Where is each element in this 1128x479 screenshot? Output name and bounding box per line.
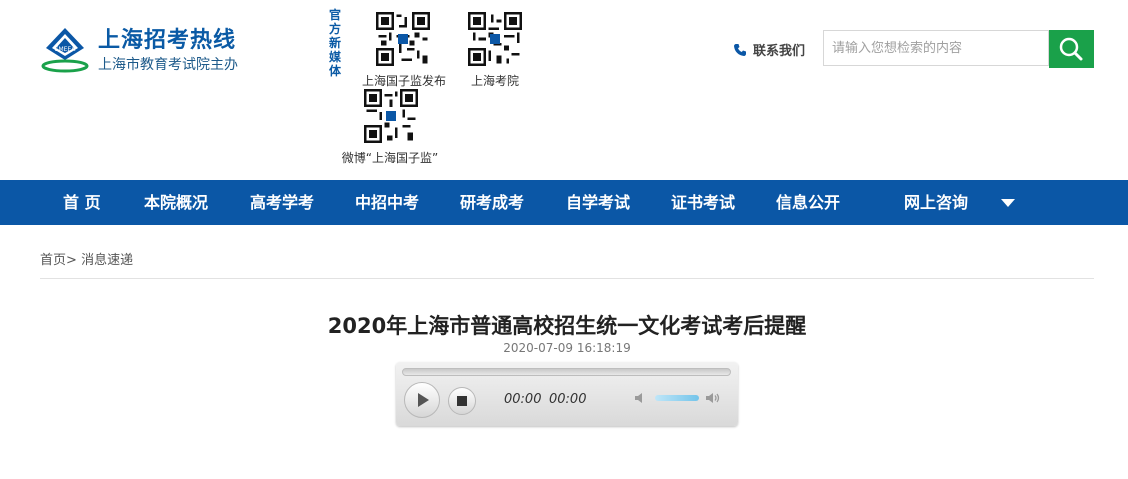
nav-item-disclosure[interactable]: 信息公开 [776, 180, 840, 225]
main-nav: 首 页 本院概况 高考学考 中招中考 研考成考 自学考试 证书考试 信息公开 网… [0, 180, 1128, 225]
qr-code-icon [364, 89, 418, 143]
article-date: 2020-07-09 16:18:19 [503, 341, 631, 355]
search-button[interactable] [1049, 30, 1094, 68]
volume-slider[interactable] [655, 395, 699, 401]
search-icon [1059, 37, 1083, 61]
current-time: 00:00 [504, 392, 542, 407]
breadcrumb-current[interactable]: 消息速递 [81, 253, 133, 268]
mute-icon[interactable] [634, 390, 650, 406]
nav-item-certificate[interactable]: 证书考试 [671, 180, 735, 225]
nav-item-about[interactable]: 本院概况 [144, 180, 208, 225]
audio-player: 00:00 00:00 [396, 362, 738, 426]
duration: 00:00 [549, 392, 587, 407]
nav-item-gaokao[interactable]: 高考学考 [250, 180, 314, 225]
breadcrumb-separator: > [66, 253, 77, 268]
qr-caption: 上海考院 [470, 74, 519, 88]
qr-caption: 上海国子监发布 [361, 74, 446, 88]
qr-code-icon [376, 12, 430, 66]
contact-us-label: 联系我们 [753, 44, 806, 59]
nav-item-consult[interactable]: 网上咨询 [904, 180, 968, 225]
contact-us-link[interactable]: 联系我们 [733, 40, 805, 59]
breadcrumb: 首页> 消息速递 [40, 249, 133, 268]
play-button[interactable] [404, 382, 440, 418]
breadcrumb-home[interactable]: 首页 [40, 253, 66, 268]
logo-badge-text: SMEEA [55, 46, 77, 53]
article-title: 2020年上海市普通高校招生统一文化考试考后提醒 [327, 314, 807, 338]
divider [40, 278, 1094, 279]
search-input[interactable] [823, 30, 1049, 66]
chevron-down-icon[interactable] [1001, 199, 1015, 207]
qr-caption: 微博“上海国子监” [341, 151, 439, 165]
official-media-label: 官方新媒体 [329, 8, 342, 78]
nav-item-yankao[interactable]: 研考成考 [460, 180, 524, 225]
qr-code-icon [468, 12, 522, 66]
site-header: SMEEA 上海招考热线 上海市教育考试院主办 官方新媒体 上海国子监发布 上海… [0, 0, 1128, 180]
nav-item-self-study[interactable]: 自学考试 [566, 180, 630, 225]
nav-item-home[interactable]: 首 页 [63, 180, 101, 225]
site-logo[interactable]: SMEEA 上海招考热线 上海市教育考试院主办 [40, 22, 260, 82]
nav-item-zhongkao[interactable]: 中招中考 [355, 180, 419, 225]
phone-icon [734, 44, 746, 56]
stop-button[interactable] [448, 387, 476, 415]
audio-progress-bar[interactable] [402, 368, 731, 376]
volume-icon[interactable] [705, 390, 721, 406]
site-subtitle: 上海市教育考试院主办 [98, 57, 238, 73]
smeea-logo-icon: SMEEA [41, 28, 89, 73]
site-title: 上海招考热线 [98, 28, 237, 53]
